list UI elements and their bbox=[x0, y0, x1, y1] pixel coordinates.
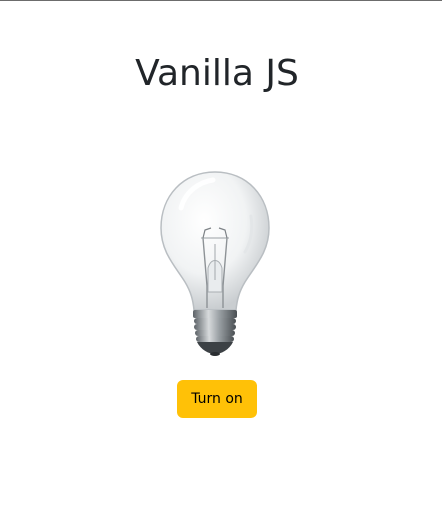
top-divider bbox=[0, 0, 442, 1]
light-bulb-image bbox=[155, 168, 275, 358]
page-title: Vanilla JS bbox=[135, 53, 299, 94]
turn-on-button[interactable]: Turn on bbox=[177, 380, 257, 418]
light-bulb-icon bbox=[160, 171, 270, 356]
